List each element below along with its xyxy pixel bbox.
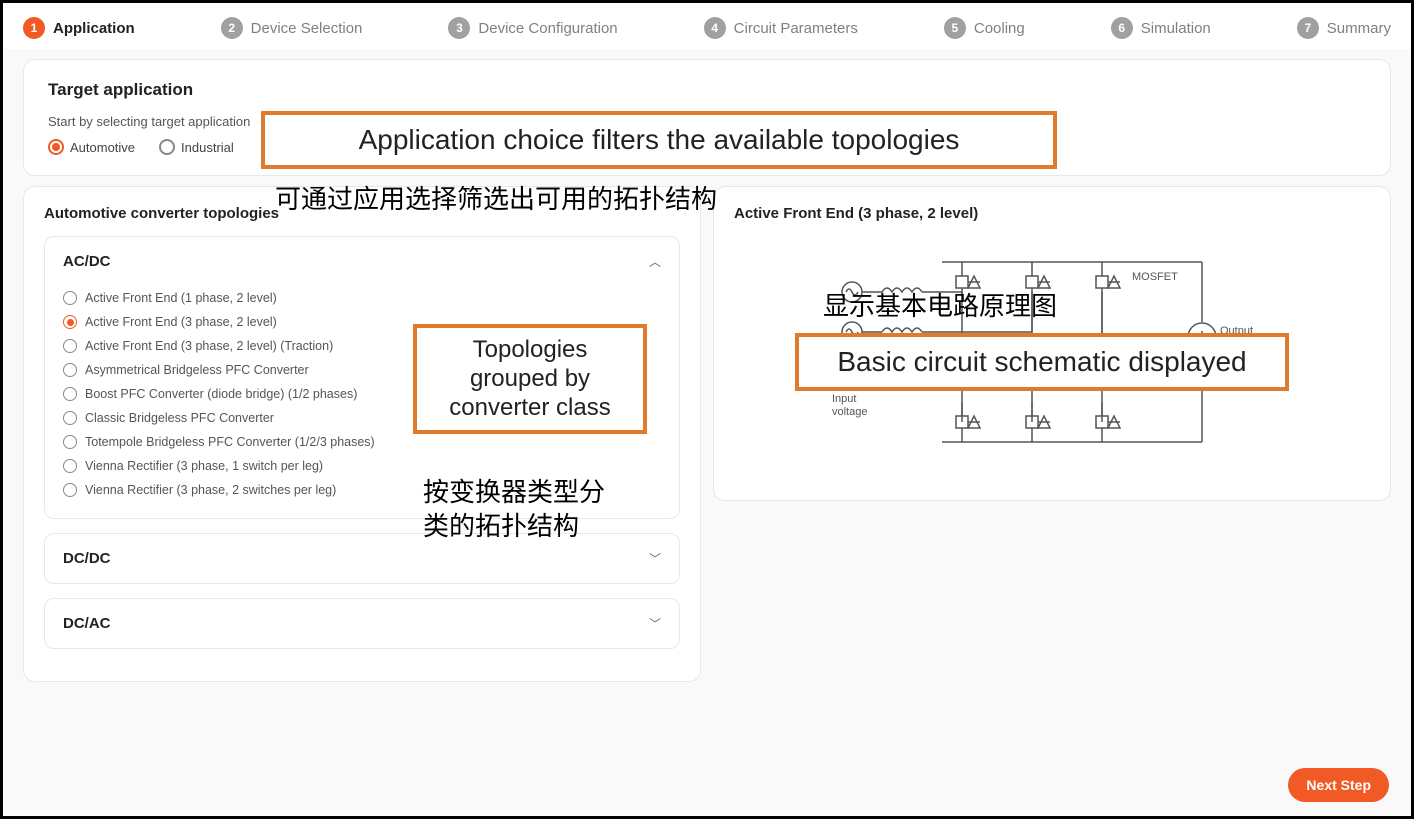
step-label: Circuit Parameters: [734, 20, 858, 37]
accordion-title: DC/AC: [63, 615, 111, 632]
step-label: Simulation: [1141, 20, 1211, 37]
step-label: Device Configuration: [478, 20, 617, 37]
step-label: Device Selection: [251, 20, 363, 37]
target-title: Target application: [48, 80, 1366, 100]
chevron-down-icon: ﹀: [649, 550, 661, 567]
step-label: Cooling: [974, 20, 1025, 37]
svg-text:voltage: voltage: [832, 406, 867, 418]
radio-icon: [63, 315, 77, 329]
step-simulation[interactable]: 6 Simulation: [1111, 17, 1211, 39]
step-summary[interactable]: 7 Summary: [1297, 17, 1391, 39]
topology-option[interactable]: Vienna Rectifier (3 phase, 1 switch per …: [63, 454, 661, 478]
accordion-title: AC/DC: [63, 253, 111, 270]
radio-label: Automotive: [70, 140, 135, 155]
chevron-down-icon: ﹀: [649, 615, 661, 632]
radio-automotive[interactable]: Automotive: [48, 139, 135, 155]
radio-icon: [63, 483, 77, 497]
annotation-cn-2: 按变换器类型分 类的拓扑结构: [423, 476, 605, 544]
radio-industrial[interactable]: Industrial: [159, 139, 234, 155]
step-device-configuration[interactable]: 3 Device Configuration: [448, 17, 617, 39]
radio-icon: [63, 363, 77, 377]
radio-icon: [63, 291, 77, 305]
step-badge: 7: [1297, 17, 1319, 39]
mosfet-label: MOSFET: [1132, 271, 1178, 283]
annotation-cn-3: 显示基本电路原理图: [823, 286, 1057, 323]
step-label: Application: [53, 20, 135, 37]
annotation-box-3: Basic circuit schematic displayed: [795, 333, 1289, 391]
topology-option[interactable]: Active Front End (1 phase, 2 level): [63, 286, 661, 310]
accordion-title: DC/DC: [63, 550, 111, 567]
accordion-head-acdc[interactable]: AC/DC ︿: [45, 237, 679, 286]
accordion-dcac: DC/AC ﹀: [44, 598, 680, 649]
topology-label: Classic Bridgeless PFC Converter: [85, 411, 274, 425]
radio-icon: [63, 339, 77, 353]
annotation-box-2: Topologies grouped by converter class: [413, 324, 647, 434]
step-label: Summary: [1327, 20, 1391, 37]
annotation-text: Topologies: [433, 336, 627, 365]
step-badge: 6: [1111, 17, 1133, 39]
radio-label: Industrial: [181, 140, 234, 155]
next-step-button[interactable]: Next Step: [1288, 768, 1389, 802]
radio-icon: [63, 459, 77, 473]
topology-label: Totempole Bridgeless PFC Converter (1/2/…: [85, 435, 375, 449]
stepper: 1 Application 2 Device Selection 3 Devic…: [3, 3, 1411, 49]
input-voltage-label: Input: [832, 393, 856, 405]
step-application[interactable]: 1 Application: [23, 17, 135, 39]
radio-icon: [63, 435, 77, 449]
topology-label: Vienna Rectifier (3 phase, 2 switches pe…: [85, 483, 336, 497]
step-badge: 2: [221, 17, 243, 39]
next-step-label: Next Step: [1306, 777, 1371, 793]
radio-icon: [48, 139, 64, 155]
step-badge: 3: [448, 17, 470, 39]
accordion-head-dcac[interactable]: DC/AC ﹀: [45, 599, 679, 648]
topology-label: Asymmetrical Bridgeless PFC Converter: [85, 363, 309, 377]
annotation-text: converter class: [433, 394, 627, 423]
topology-label: Active Front End (3 phase, 2 level) (Tra…: [85, 339, 333, 353]
annotation-cn-1: 可通过应用选择筛选出可用的拓扑结构: [275, 179, 717, 216]
topology-label: Active Front End (3 phase, 2 level): [85, 315, 277, 329]
radio-icon: [159, 139, 175, 155]
step-cooling[interactable]: 5 Cooling: [944, 17, 1025, 39]
topology-label: Active Front End (1 phase, 2 level): [85, 291, 277, 305]
topology-label: Boost PFC Converter (diode bridge) (1/2 …: [85, 387, 357, 401]
step-circuit-parameters[interactable]: 4 Circuit Parameters: [704, 17, 858, 39]
annotation-box-1: Application choice filters the available…: [261, 111, 1057, 169]
schematic-title: Active Front End (3 phase, 2 level): [734, 205, 1370, 222]
step-badge: 4: [704, 17, 726, 39]
radio-icon: [63, 411, 77, 425]
radio-icon: [63, 387, 77, 401]
annotation-text: Basic circuit schematic displayed: [837, 346, 1246, 377]
step-badge: 5: [944, 17, 966, 39]
chevron-up-icon: ︿: [649, 253, 661, 270]
step-device-selection[interactable]: 2 Device Selection: [221, 17, 363, 39]
annotation-text: grouped by: [433, 365, 627, 394]
step-badge: 1: [23, 17, 45, 39]
topology-label: Vienna Rectifier (3 phase, 1 switch per …: [85, 459, 323, 473]
annotation-text: Application choice filters the available…: [359, 124, 960, 155]
